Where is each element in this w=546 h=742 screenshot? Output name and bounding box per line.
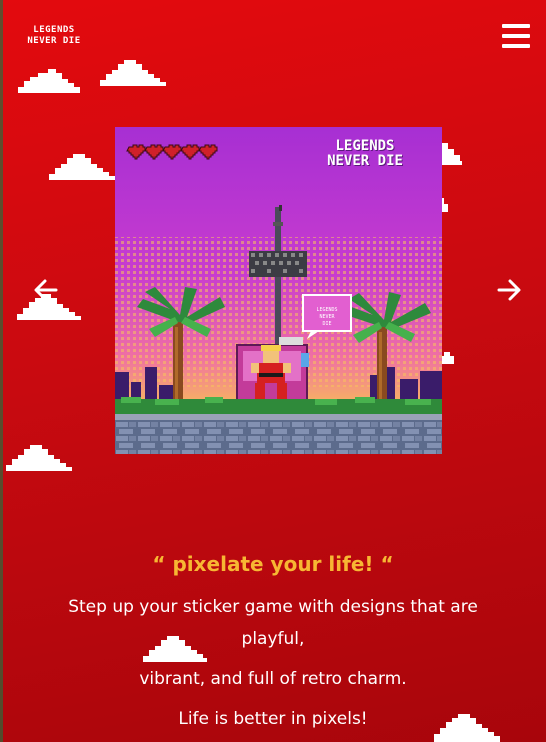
- svg-text:LEGENDS: LEGENDS: [316, 307, 337, 313]
- slide-title: LEGENDS NEVER DIE: [327, 138, 403, 169]
- svg-text:DIE: DIE: [322, 321, 331, 327]
- description-line: vibrant, and full of retro charm.: [139, 669, 407, 689]
- description-line: Life is better in pixels!: [178, 709, 368, 729]
- logo-text: LEGENDS NEVER DIE: [27, 25, 81, 46]
- carousel-slide-image: LEGENDS NEVER DIE LEGENDS NEVER DIE: [115, 127, 442, 454]
- cloud-icon: [100, 60, 166, 86]
- carousel-prev-button[interactable]: [31, 275, 61, 305]
- cloud-icon: [440, 352, 454, 364]
- cloud-icon: [18, 69, 80, 93]
- logo[interactable]: LEGENDS NEVER DIE: [24, 25, 84, 47]
- hamburger-menu-icon[interactable]: [502, 24, 530, 48]
- carousel-next-button[interactable]: [494, 275, 524, 305]
- cloud-icon: [440, 143, 462, 165]
- arrow-right-icon: [497, 279, 521, 301]
- description-line: playful,: [241, 629, 305, 649]
- pixel-art-illustration: LEGENDS NEVER DIE: [115, 127, 442, 454]
- svg-text:NEVER: NEVER: [319, 314, 335, 320]
- description-line: Step up your sticker game with designs t…: [68, 597, 478, 617]
- cloud-icon: [6, 445, 72, 471]
- tagline: “ pixelate your life! “: [152, 552, 394, 576]
- cloud-icon: [49, 154, 115, 180]
- arrow-left-icon: [34, 279, 58, 301]
